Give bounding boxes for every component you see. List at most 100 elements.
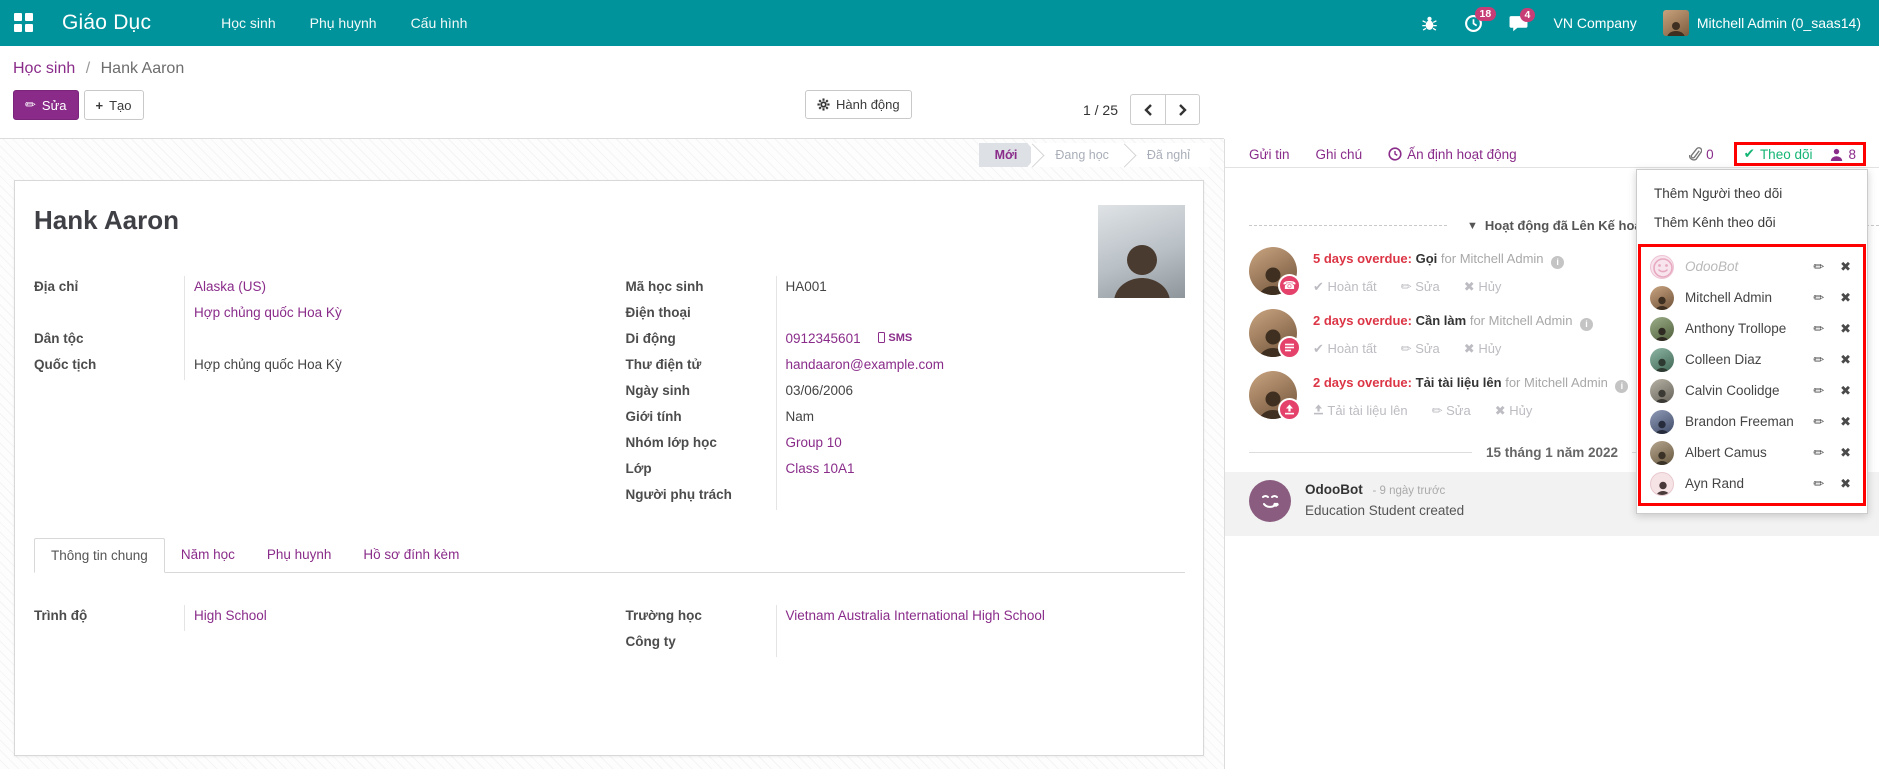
apps-menu-icon[interactable]	[14, 13, 34, 33]
class-group-link[interactable]: Group 10	[786, 435, 842, 450]
edit-follower-icon[interactable]: ✏	[1813, 290, 1824, 306]
remove-follower-icon[interactable]: ✖	[1840, 476, 1851, 492]
followers-dropdown: Thêm Người theo dõi Thêm Kênh theo dõi O…	[1636, 169, 1868, 514]
follower-name[interactable]: Albert Camus	[1685, 445, 1797, 460]
add-channel-menu-item[interactable]: Thêm Kênh theo dõi	[1637, 208, 1867, 237]
followers-button[interactable]: 8	[1830, 147, 1856, 162]
follower-avatar	[1650, 472, 1674, 496]
edit-follower-icon[interactable]: ✏	[1813, 259, 1824, 275]
edit-follower-icon[interactable]: ✏	[1813, 476, 1824, 492]
follower-row: Ayn Rand ✏ ✖	[1641, 468, 1863, 499]
menu-config[interactable]: Cấu hình	[411, 15, 468, 31]
activity-edit-button[interactable]: ✏ Sửa	[1401, 341, 1440, 357]
follower-name[interactable]: Colleen Diaz	[1685, 352, 1797, 367]
edit-follower-icon[interactable]: ✏	[1813, 445, 1824, 461]
edit-follower-icon[interactable]: ✏	[1813, 414, 1824, 430]
follow-button[interactable]: ✔Theo dõi	[1744, 146, 1813, 162]
follower-avatar	[1650, 317, 1674, 341]
collapse-caret-icon[interactable]: ▼	[1467, 220, 1478, 232]
activity-clock-icon[interactable]: 18	[1464, 14, 1483, 33]
send-sms-button[interactable]: SMS	[878, 332, 912, 344]
odoobot-avatar	[1249, 480, 1291, 522]
remove-follower-icon[interactable]: ✖	[1840, 383, 1851, 399]
email-value-link[interactable]: handaaron@example.com	[786, 357, 945, 372]
activity-cancel-button[interactable]: ✖ Hủy	[1464, 279, 1502, 295]
edit-button[interactable]: ✏Sửa	[13, 90, 79, 120]
follower-name[interactable]: Ayn Rand	[1685, 476, 1797, 491]
follower-row: Colleen Diaz ✏ ✖	[1641, 344, 1863, 375]
ethnicity-label: Dân tộc	[34, 328, 184, 346]
activity-count-badge: 18	[1475, 7, 1497, 22]
log-note-button[interactable]: Ghi chú	[1316, 147, 1363, 162]
remove-follower-icon[interactable]: ✖	[1840, 290, 1851, 306]
remove-follower-icon[interactable]: ✖	[1840, 352, 1851, 368]
address-state-link[interactable]: Alaska (US)	[194, 279, 266, 294]
followers-annotation-box: OdooBot ✏ ✖ Mitchell Admin ✏ ✖ Anthony T…	[1638, 244, 1866, 506]
app-title[interactable]: Giáo Dục	[62, 11, 151, 35]
user-menu[interactable]: Mitchell Admin (0_saas14)	[1663, 10, 1861, 36]
send-message-button[interactable]: Gửi tin	[1249, 147, 1290, 162]
add-follower-menu-item[interactable]: Thêm Người theo dõi	[1637, 179, 1867, 208]
student-photo	[1098, 205, 1185, 298]
odoo-education-app: Giáo Dục Học sinh Phụ huynh Cấu hình 18 …	[0, 0, 1879, 769]
class-link[interactable]: Class 10A1	[786, 461, 855, 476]
follower-name[interactable]: Anthony Trollope	[1685, 321, 1797, 336]
create-button[interactable]: +Tạo	[84, 90, 144, 120]
info-icon[interactable]: i	[1580, 318, 1593, 331]
nationality-value: Hợp chủng quốc Hoa Kỳ	[184, 354, 610, 380]
activity-done-button[interactable]: ✔ Hoàn tất	[1313, 341, 1377, 357]
tab-parents[interactable]: Phụ huynh	[251, 538, 348, 573]
info-icon[interactable]: i	[1615, 380, 1628, 393]
field-columns: Địa chỉ Alaska (US) Hợp chủng quốc Hoa K…	[34, 276, 1185, 510]
follower-name[interactable]: Calvin Coolidge	[1685, 383, 1797, 398]
student-code-label: Mã học sinh	[626, 276, 776, 294]
debug-bug-icon[interactable]	[1421, 15, 1438, 32]
activity-edit-button[interactable]: ✏ Sửa	[1401, 279, 1440, 295]
follower-avatar	[1650, 379, 1674, 403]
activity-edit-button[interactable]: ✏ Sửa	[1432, 403, 1471, 419]
activity-name: Gọi	[1416, 251, 1438, 266]
breadcrumb-students[interactable]: Học sinh	[13, 60, 75, 77]
remove-follower-icon[interactable]: ✖	[1840, 259, 1851, 275]
address-country-link[interactable]: Hợp chủng quốc Hoa Kỳ	[194, 305, 342, 320]
mobile-value-link[interactable]: 0912345601	[786, 331, 861, 346]
remove-follower-icon[interactable]: ✖	[1840, 445, 1851, 461]
follower-name[interactable]: OdooBot	[1685, 259, 1797, 274]
activity-upload-button[interactable]: Tải tài liệu lên	[1313, 403, 1408, 419]
follower-name[interactable]: Brandon Freeman	[1685, 414, 1797, 429]
attachments-button[interactable]: 0	[1689, 147, 1714, 162]
info-icon[interactable]: i	[1551, 256, 1564, 269]
activity-cancel-button[interactable]: ✖ Hủy	[1495, 403, 1533, 419]
edit-follower-icon[interactable]: ✏	[1813, 321, 1824, 337]
activity-cancel-button[interactable]: ✖ Hủy	[1464, 341, 1502, 357]
follower-row: Brandon Freeman ✏ ✖	[1641, 406, 1863, 437]
pager-next-button[interactable]	[1165, 94, 1200, 125]
message-author[interactable]: OdooBot	[1305, 482, 1363, 497]
level-value-link[interactable]: High School	[194, 608, 267, 623]
edit-follower-icon[interactable]: ✏	[1813, 383, 1824, 399]
planned-activities-title[interactable]: Hoạt động đã Lên Kế hoạch	[1485, 218, 1657, 233]
follower-row: Calvin Coolidge ✏ ✖	[1641, 375, 1863, 406]
follower-name[interactable]: Mitchell Admin	[1685, 290, 1797, 305]
activity-assignee: for Mitchell Admin	[1441, 251, 1544, 266]
tab-content: Trình độ High School Trường học Vietnam …	[34, 573, 1185, 657]
mobile-phone-icon	[878, 332, 885, 343]
action-menu-button[interactable]: Hành động	[805, 90, 912, 119]
messages-icon[interactable]: 4	[1509, 15, 1528, 32]
activity-done-button[interactable]: ✔ Hoàn tất	[1313, 279, 1377, 295]
remove-follower-icon[interactable]: ✖	[1840, 414, 1851, 430]
remove-follower-icon[interactable]: ✖	[1840, 321, 1851, 337]
school-value-link[interactable]: Vietnam Australia International High Sch…	[786, 608, 1045, 623]
menu-parents[interactable]: Phụ huynh	[310, 15, 377, 31]
schedule-activity-button[interactable]: Ấn định hoạt động	[1388, 147, 1517, 162]
clock-icon	[1388, 147, 1402, 161]
activity-assignee: for Mitchell Admin	[1470, 313, 1573, 328]
pager-previous-button[interactable]	[1130, 94, 1165, 125]
tab-attachments[interactable]: Hồ sơ đính kèm	[347, 538, 475, 573]
edit-follower-icon[interactable]: ✏	[1813, 352, 1824, 368]
odoobot-avatar	[1650, 255, 1674, 279]
tab-school-year[interactable]: Năm học	[165, 538, 251, 573]
tab-general-info[interactable]: Thông tin chung	[34, 538, 165, 573]
company-switcher[interactable]: VN Company	[1554, 15, 1637, 31]
menu-students[interactable]: Học sinh	[221, 15, 275, 31]
